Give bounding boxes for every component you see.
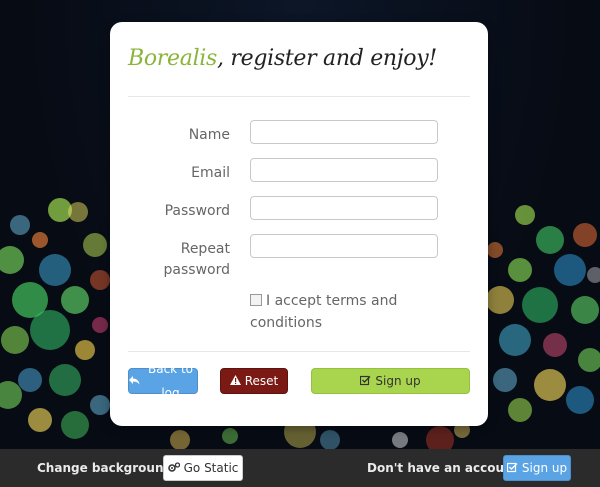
password-label: Password [164,203,230,219]
warning-icon [229,375,241,387]
email-label: Email [191,165,230,181]
go-static-button[interactable]: Go Static [163,455,243,481]
register-card: Borealis, register and enjoy! Name Email… [110,22,488,426]
checkbox-icon [506,462,518,475]
change-background-text: Change background? [37,461,180,475]
terms-label-line1: I accept terms and [266,293,398,309]
sign-up-button[interactable]: Sign up [311,368,470,394]
footer-bar: Change background? Go Static Don't have … [0,449,600,487]
back-to-login-button[interactable]: Back to log [128,362,198,400]
brand-name: Borealis [128,46,218,71]
footer-sign-up-label: Sign up [521,461,568,475]
divider-bottom [128,351,470,352]
repeat-password-input[interactable] [250,234,438,258]
terms-row: I accept terms and conditions [250,290,440,334]
email-input[interactable] [250,158,438,182]
gears-icon [167,461,180,475]
reply-icon [129,375,140,387]
repeat-password-label: Repeat password [110,239,230,281]
reset-label: Reset [244,374,279,388]
footer-sign-up-button[interactable]: Sign up [503,455,571,481]
title-tagline: , register and enjoy! [217,46,437,71]
terms-label-line2: conditions [250,315,323,331]
name-input[interactable] [250,120,438,144]
repeat-password-label-line1: Repeat [180,241,230,257]
divider-top [128,96,470,97]
reset-button[interactable]: Reset [220,368,288,394]
checkbox-icon [360,375,371,388]
sign-up-label: Sign up [375,374,421,388]
terms-checkbox[interactable] [250,293,262,306]
go-static-label: Go Static [183,461,239,475]
repeat-password-label-line2: password [163,262,230,278]
name-label: Name [188,127,230,143]
password-input[interactable] [250,196,438,220]
page-title: Borealis, register and enjoy! [128,46,437,71]
no-account-text: Don't have an account? [367,461,526,475]
back-to-login-label: Back to log [148,362,193,400]
